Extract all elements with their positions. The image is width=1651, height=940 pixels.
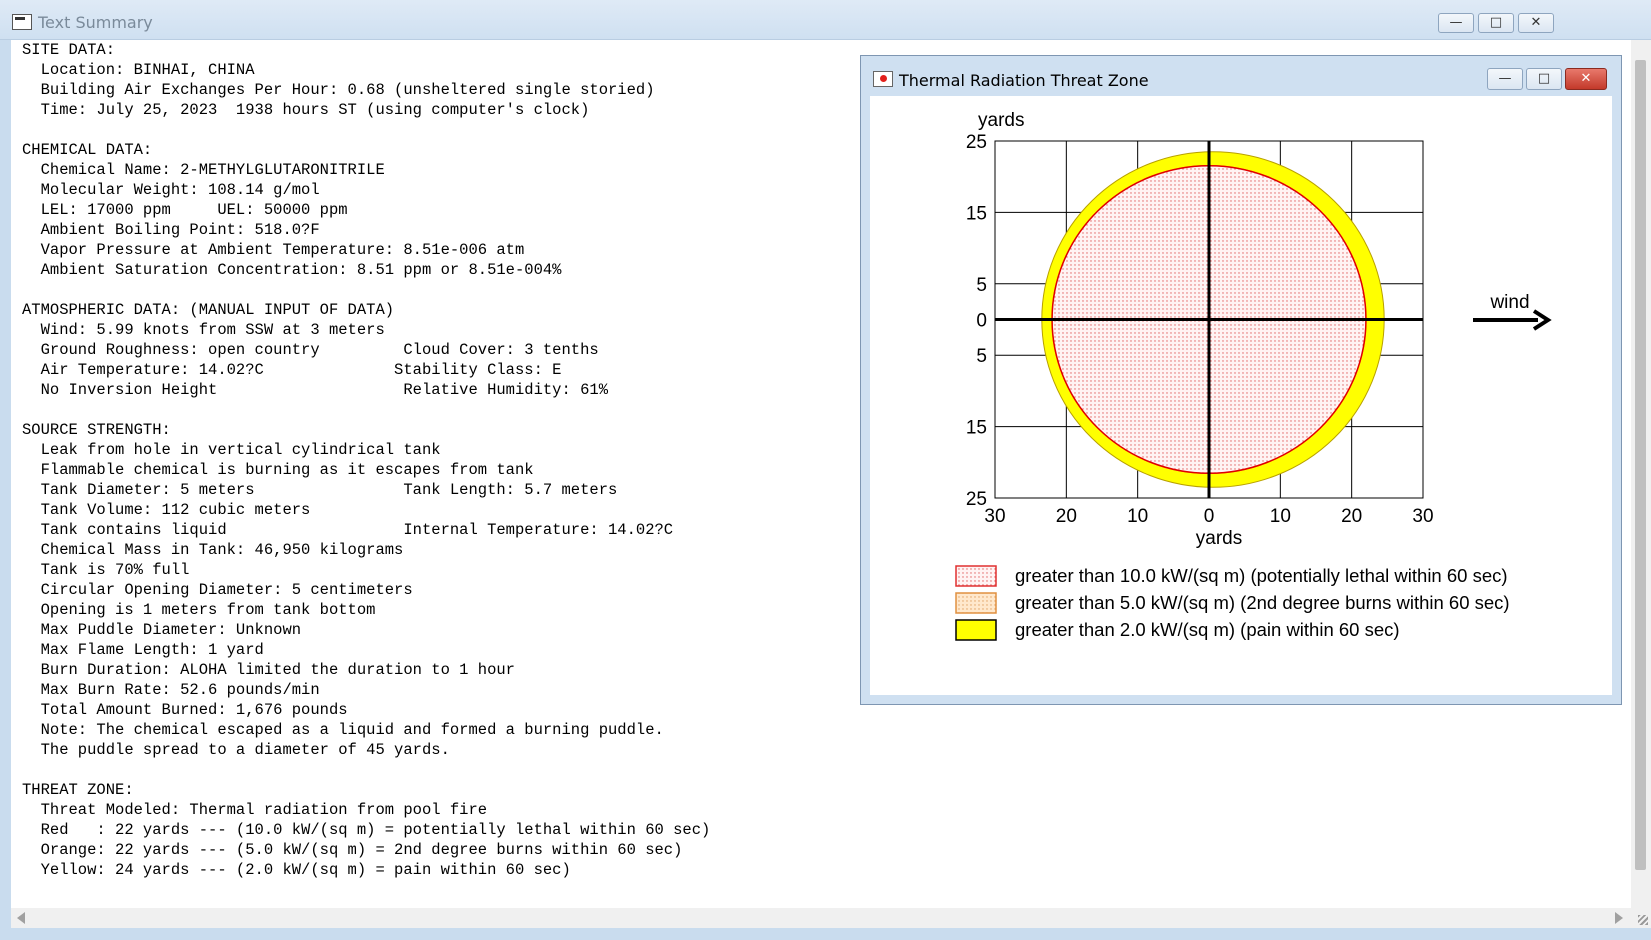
summary-text: SITE DATA: Location: BINHAI, CHINA Build…	[22, 40, 710, 880]
summary-line: Tank contains liquid Internal Temperatur…	[22, 521, 674, 539]
y-tick-label: 0	[976, 311, 987, 332]
summary-line: Time: July 25, 2023 1938 hours ST (using…	[22, 101, 590, 119]
summary-line: Circular Opening Diameter: 5 centimeters	[22, 581, 413, 599]
summary-line: Note: The chemical escaped as a liquid a…	[22, 721, 664, 739]
summary-line: Max Burn Rate: 52.6 pounds/min	[22, 681, 320, 699]
app-icon	[12, 14, 32, 30]
summary-line: Chemical Mass in Tank: 46,950 kilograms	[22, 541, 404, 559]
summary-line: Yellow: 24 yards --- (2.0 kW/(sq m) = pa…	[22, 861, 571, 879]
summary-line: Ground Roughness: open country Cloud Cov…	[22, 341, 599, 359]
summary-line	[22, 760, 710, 780]
summary-line: Tank Diameter: 5 meters Tank Length: 5.7…	[22, 481, 618, 499]
y-tick-label: 5	[976, 275, 987, 296]
window-title: Text Summary	[38, 13, 153, 32]
x-tick-label: 30	[984, 506, 1005, 527]
summary-line: Ambient Saturation Concentration: 8.51 p…	[22, 261, 562, 279]
legend-swatch	[955, 592, 997, 614]
threat-zone-title: Thermal Radiation Threat Zone	[899, 71, 1149, 90]
summary-line: Chemical Name: 2-METHYLGLUTARONITRILE	[22, 161, 385, 179]
legend-label: greater than 10.0 kW/(sq m) (potentially…	[1015, 565, 1508, 586]
summary-line: SOURCE STRENGTH:	[22, 421, 171, 439]
summary-line: Tank is 70% full	[22, 561, 190, 579]
summary-line: CHEMICAL DATA:	[22, 141, 153, 159]
summary-line: Building Air Exchanges Per Hour: 0.68 (u…	[22, 81, 655, 99]
close-button[interactable]: ✕	[1518, 13, 1554, 33]
summary-line: Wind: 5.99 knots from SSW at 3 meters	[22, 321, 385, 339]
resize-grip-icon[interactable]	[1631, 908, 1651, 928]
threat-zone-plot-area: 30 20 10 0 10 20 30 25 15 5 0 5 15 25 yards yards wind gr…	[870, 96, 1612, 695]
threat-zone-maximize-button[interactable]: □	[1526, 68, 1562, 90]
maximize-button[interactable]: □	[1478, 13, 1514, 33]
vertical-scrollbar[interactable]	[1631, 40, 1651, 908]
summary-line	[22, 120, 710, 140]
y-tick-label: 25	[966, 132, 987, 153]
summary-line: Orange: 22 yards --- (5.0 kW/(sq m) = 2n…	[22, 841, 683, 859]
scroll-right-icon[interactable]	[1615, 912, 1623, 924]
y-tick-label: 5	[976, 346, 987, 367]
summary-line: Molecular Weight: 108.14 g/mol	[22, 181, 320, 199]
y-axis-label: yards	[978, 110, 1024, 131]
y-tick-label: 25	[966, 489, 987, 510]
x-tick-label: 20	[1056, 506, 1077, 527]
summary-line: Flammable chemical is burning as it esca…	[22, 461, 534, 479]
summary-line: Total Amount Burned: 1,676 pounds	[22, 701, 348, 719]
summary-line: THREAT ZONE:	[22, 781, 134, 799]
summary-line: Ambient Boiling Point: 518.0?F	[22, 221, 320, 239]
summary-line: Vapor Pressure at Ambient Temperature: 8…	[22, 241, 525, 259]
threat-zone-titlebar[interactable]: Thermal Radiation Threat Zone — □ ✕	[861, 56, 1621, 94]
x-tick-label: 10	[1127, 506, 1148, 527]
x-tick-label: 30	[1412, 506, 1433, 527]
summary-line: ATMOSPHERIC DATA: (MANUAL INPUT OF DATA)	[22, 301, 395, 319]
summary-line: Opening is 1 meters from tank bottom	[22, 601, 376, 619]
y-tick-label: 15	[966, 203, 987, 224]
summary-line: Red : 22 yards --- (10.0 kW/(sq m) = pot…	[22, 821, 711, 839]
x-tick-label: 20	[1341, 506, 1362, 527]
summary-line: Tank Volume: 112 cubic meters	[22, 501, 311, 519]
x-axis-label: yards	[1196, 528, 1242, 549]
summary-line: Burn Duration: ALOHA limited the duratio…	[22, 661, 515, 679]
summary-line: The puddle spread to a diameter of 45 ya…	[22, 741, 450, 759]
window-titlebar[interactable]: Text Summary — □ ✕	[0, 0, 1651, 40]
summary-line: Max Puddle Diameter: Unknown	[22, 621, 302, 639]
summary-line: LEL: 17000 ppm UEL: 50000 ppm	[22, 201, 348, 219]
x-tick-label: 0	[1204, 506, 1215, 527]
threat-zone-minimize-button[interactable]: —	[1487, 68, 1523, 90]
summary-line: Location: BINHAI, CHINA	[22, 61, 255, 79]
vertical-scroll-thumb[interactable]	[1635, 60, 1646, 870]
threat-zone-close-button[interactable]: ✕	[1565, 68, 1607, 90]
threat-zone-window[interactable]: Thermal Radiation Threat Zone — □ ✕ 30 20…	[860, 55, 1622, 705]
threat-zone-chart: 30 20 10 0 10 20 3025155051525yardsyardswindgr…	[955, 110, 1552, 641]
legend-swatch	[955, 619, 997, 641]
summary-line: Air Temperature: 14.02?C Stability Class…	[22, 361, 562, 379]
summary-line: SITE DATA:	[22, 41, 116, 59]
horizontal-scrollbar[interactable]	[11, 908, 1631, 928]
summary-line: Leak from hole in vertical cylindrical t…	[22, 441, 441, 459]
minimize-button[interactable]: —	[1438, 13, 1474, 33]
summary-line	[22, 280, 710, 300]
legend-label: greater than 5.0 kW/(sq m) (2nd degree b…	[1015, 592, 1510, 613]
scroll-left-icon[interactable]	[17, 912, 25, 924]
legend-label: greater than 2.0 kW/(sq m) (pain within …	[1015, 619, 1400, 640]
x-tick-label: 10	[1270, 506, 1291, 527]
summary-line: Threat Modeled: Thermal radiation from p…	[22, 801, 488, 819]
threat-zone-app-icon	[873, 71, 893, 87]
window-frame-bottom	[0, 928, 1651, 940]
summary-line	[22, 400, 710, 420]
summary-line: No Inversion Height Relative Humidity: 6…	[22, 381, 608, 399]
summary-line: Max Flame Length: 1 yard	[22, 641, 264, 659]
y-tick-label: 15	[966, 418, 987, 439]
legend-swatch	[955, 565, 997, 587]
wind-label: wind	[1489, 292, 1529, 313]
